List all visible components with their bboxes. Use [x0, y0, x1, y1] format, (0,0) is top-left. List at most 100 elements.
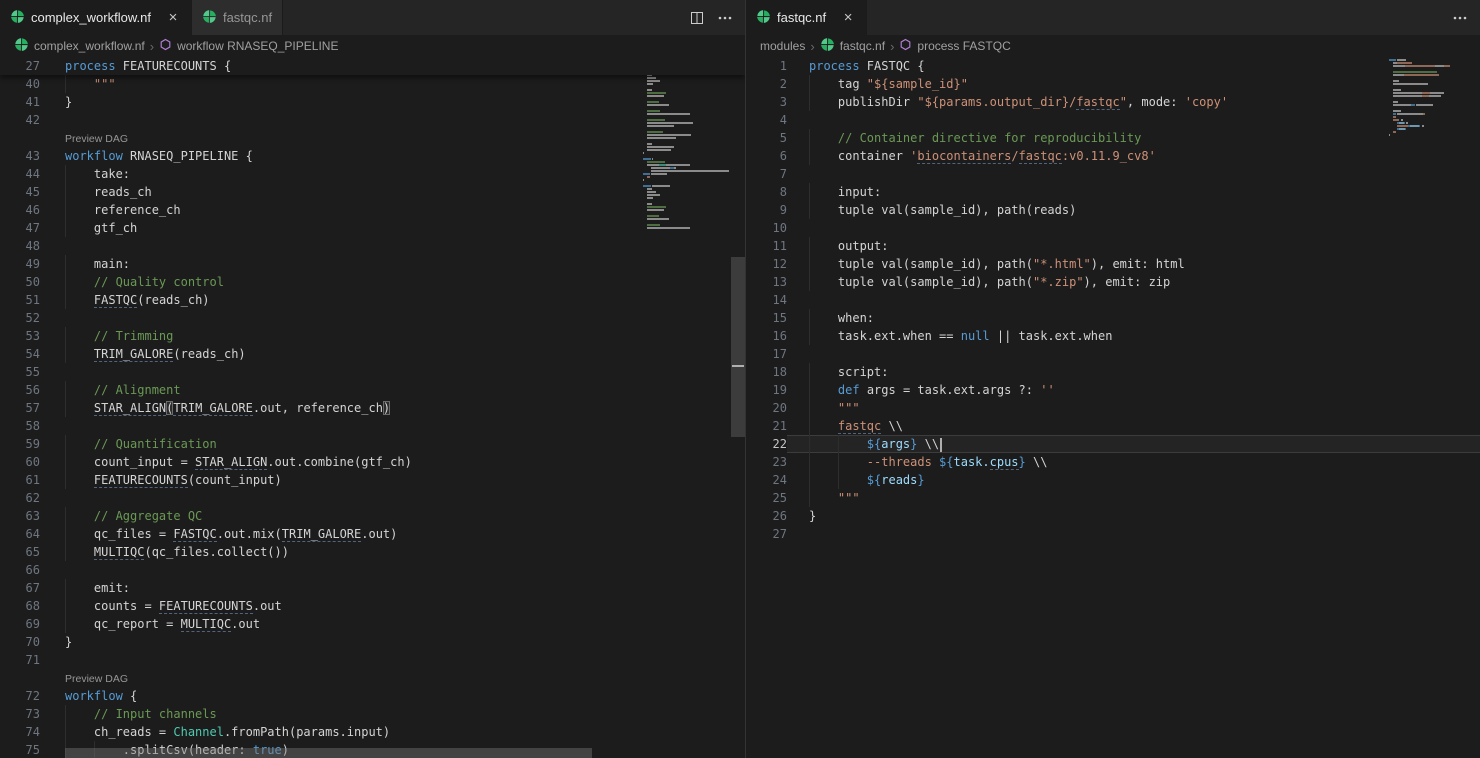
code-line-text[interactable]: workflow { — [40, 687, 745, 705]
code-line-text[interactable]: counts = FEATURECOUNTS.out — [40, 597, 745, 615]
breadcrumb-item-modules[interactable]: modules — [760, 39, 805, 53]
code-line-text[interactable] — [787, 345, 1480, 363]
code-line-text[interactable]: qc_files = FASTQC.out.mix(TRIM_GALORE.ou… — [40, 525, 745, 543]
code-line-text[interactable]: TRIM_GALORE(reads_ch) — [40, 345, 745, 363]
line-number: 75 — [0, 741, 40, 758]
code-line-text[interactable]: """ — [787, 399, 1480, 417]
code-line-text[interactable] — [40, 417, 745, 435]
minimap[interactable] — [1389, 59, 1455, 140]
code-line-text[interactable]: MULTIQC(qc_files.collect()) — [40, 543, 745, 561]
code-line-text[interactable]: """ — [787, 489, 1480, 507]
code-line-text[interactable]: process FASTQC { — [787, 57, 1480, 75]
more-actions-button[interactable] — [713, 6, 737, 30]
code-line: 67 emit: — [0, 579, 745, 597]
line-number: 14 — [746, 291, 787, 309]
code-line-text[interactable]: main: — [40, 255, 745, 273]
code-line-text[interactable]: tuple val(sample_id), path("*.zip"), emi… — [787, 273, 1480, 291]
line-number: 55 — [0, 363, 40, 381]
code-line-text[interactable]: } — [40, 633, 745, 651]
code-line-text[interactable] — [787, 111, 1480, 129]
horizontal-scrollbar-thumb[interactable] — [65, 748, 592, 758]
breadcrumb-item-complex-workflow-nf[interactable]: complex_workflow.nf — [14, 37, 145, 55]
code-line-text[interactable] — [40, 309, 745, 327]
code-line-text[interactable]: // Aggregate QC — [40, 507, 745, 525]
breadcrumb-item-fastqc-nf[interactable]: fastqc.nf — [820, 37, 885, 55]
code-editor-right[interactable]: 1process FASTQC {2 tag "${sample_id}"3 p… — [746, 57, 1480, 758]
code-line-text[interactable]: STAR_ALIGN(TRIM_GALORE.out, reference_ch… — [40, 399, 745, 417]
code-line-text[interactable]: tuple val(sample_id), path(reads) — [787, 201, 1480, 219]
code-line-text[interactable]: reads_ch — [40, 183, 745, 201]
code-line-text[interactable] — [40, 651, 745, 669]
code-line-text[interactable] — [787, 165, 1480, 183]
code-editor-left[interactable]: 27process FEATURECOUNTS {40 """41}42Prev… — [0, 57, 745, 758]
code-line-text[interactable] — [40, 111, 745, 129]
code-line-text[interactable]: when: — [787, 309, 1480, 327]
code-line-text[interactable]: } — [787, 507, 1480, 525]
code-line-text[interactable] — [787, 219, 1480, 237]
tab-complex-workflow-nf[interactable]: complex_workflow.nf× — [0, 0, 192, 35]
code-line-text[interactable]: // Quality control — [40, 273, 745, 291]
code-line-text[interactable]: FASTQC(reads_ch) — [40, 291, 745, 309]
code-line-text[interactable]: take: — [40, 165, 745, 183]
code-line-text[interactable]: script: — [787, 363, 1480, 381]
code-line-text[interactable]: reference_ch — [40, 201, 745, 219]
code-line-text[interactable]: gtf_ch — [40, 219, 745, 237]
code-line-text[interactable] — [787, 291, 1480, 309]
code-line-text[interactable] — [40, 489, 745, 507]
code-line-text[interactable]: // Container directive for reproducibili… — [787, 129, 1480, 147]
code-line-text[interactable]: // Trimming — [40, 327, 745, 345]
code-line-text[interactable] — [40, 237, 745, 255]
code-line-text[interactable]: FEATURECOUNTS(count_input) — [40, 471, 745, 489]
code-line: 62 — [0, 489, 745, 507]
code-line-text[interactable]: emit: — [40, 579, 745, 597]
code-line-text[interactable]: task.ext.when == null || task.ext.when — [787, 327, 1480, 345]
code-line-text[interactable] — [40, 561, 745, 579]
symbol-icon — [159, 38, 172, 54]
codelens-preview-dag[interactable]: Preview DAG — [65, 133, 128, 145]
tab-close-icon[interactable]: × — [840, 10, 856, 26]
code-line-text[interactable]: """ — [40, 75, 745, 93]
indent-guide — [65, 579, 66, 597]
code-line-text[interactable]: --threads ${task.cpus} \\ — [787, 453, 1480, 471]
code-line: 43workflow RNASEQ_PIPELINE { — [0, 147, 745, 165]
breadcrumb-item-process-fastqc[interactable]: process FASTQC — [899, 38, 1010, 54]
code-line-text[interactable] — [787, 525, 1480, 543]
breadcrumb-label: process FASTQC — [917, 39, 1010, 53]
breadcrumb-item-workflow-rnaseq-pipeline[interactable]: workflow RNASEQ_PIPELINE — [159, 38, 338, 54]
split-editor-button[interactable] — [685, 6, 709, 30]
tab-close-icon[interactable]: × — [165, 10, 181, 26]
code-line: 11 output: — [746, 237, 1480, 255]
line-number: 12 — [746, 255, 787, 273]
code-line-text[interactable]: ${reads} — [787, 471, 1480, 489]
code-line-text[interactable]: container 'biocontainers/fastqc:v0.11.9_… — [787, 147, 1480, 165]
code-line-text[interactable]: } — [40, 93, 745, 111]
tab-fastqc-nf[interactable]: fastqc.nf× — [746, 0, 867, 35]
more-actions-button[interactable] — [1448, 6, 1472, 30]
code-line-text[interactable]: tag "${sample_id}" — [787, 75, 1480, 93]
line-number: 40 — [0, 75, 40, 93]
minimap[interactable] — [643, 59, 731, 233]
code-line-text[interactable]: count_input = STAR_ALIGN.out.combine(gtf… — [40, 453, 745, 471]
code-line-text[interactable]: qc_report = MULTIQC.out — [40, 615, 745, 633]
code-line-text[interactable]: ch_reads = Channel.fromPath(params.input… — [40, 723, 745, 741]
codelens-container[interactable]: Preview DAG — [40, 669, 745, 687]
codelens-preview-dag[interactable]: Preview DAG — [65, 673, 128, 685]
code-line-text[interactable]: ${args} \\ — [787, 435, 1480, 453]
code-line-text[interactable]: workflow RNASEQ_PIPELINE { — [40, 147, 745, 165]
code-line-text[interactable]: tuple val(sample_id), path("*.html"), em… — [787, 255, 1480, 273]
code-line-text[interactable]: input: — [787, 183, 1480, 201]
code-line-text[interactable]: output: — [787, 237, 1480, 255]
vertical-scrollbar-thumb[interactable] — [731, 257, 745, 437]
indent-guide — [65, 273, 66, 291]
code-line-text[interactable]: def args = task.ext.args ?: '' — [787, 381, 1480, 399]
code-line-text[interactable]: publishDir "${params.output_dir}/fastqc"… — [787, 93, 1480, 111]
code-line-text[interactable]: process FEATURECOUNTS { — [40, 57, 745, 75]
codelens-container[interactable]: Preview DAG — [40, 129, 745, 147]
code-line-text[interactable]: fastqc \\ — [787, 417, 1480, 435]
code-line-text[interactable]: // Quantification — [40, 435, 745, 453]
code-line-text[interactable]: // Alignment — [40, 381, 745, 399]
line-number — [0, 669, 40, 687]
code-line-text[interactable] — [40, 363, 745, 381]
code-line-text[interactable]: // Input channels — [40, 705, 745, 723]
tab-fastqc-nf[interactable]: fastqc.nf — [192, 0, 283, 35]
